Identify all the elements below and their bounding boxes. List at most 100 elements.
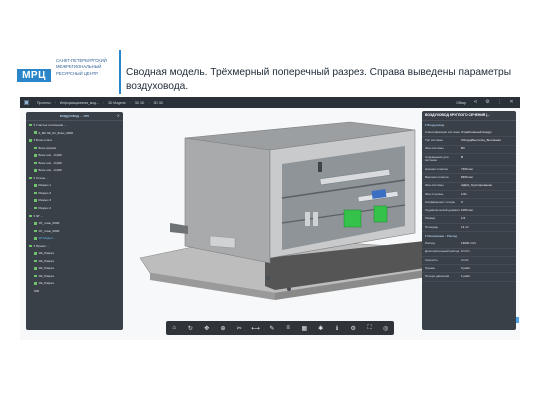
tree-item[interactable]: ЭГ Модел... (26, 235, 123, 243)
visibility-checkbox[interactable] (34, 206, 37, 210)
tree-item[interactable]: 000 (26, 288, 123, 296)
visibility-checkbox[interactable] (34, 259, 37, 263)
home-icon[interactable]: ⌂ (170, 325, 179, 331)
tree-item[interactable]: ЭК_Разрез (26, 258, 123, 266)
visibility-checkbox[interactable] (34, 252, 37, 255)
tree-item[interactable]: Блок осн. -0,000 (26, 160, 123, 168)
tree-item[interactable]: Разрез 2 (26, 190, 123, 198)
breadcrumb-item[interactable]: Проекты (33, 101, 55, 105)
equipment-unit[interactable] (343, 209, 362, 228)
property-key: Имя системы (425, 146, 444, 151)
more-icon[interactable]: ⋮ (497, 100, 502, 105)
visibility-checkbox[interactable] (34, 146, 37, 150)
property-value: 1 ра/m (461, 274, 471, 279)
tree-item[interactable]: ЭК_Разрез (26, 280, 123, 288)
property-row: Площадь 14 m² (422, 224, 516, 233)
tree-item[interactable]: ЭК_Разрез (26, 250, 123, 258)
tree-item[interactable]: ЭК_Разрез (26, 265, 123, 273)
visibility-checkbox[interactable] (29, 214, 32, 217)
tree-item[interactable]: ▾ Стены ... (26, 175, 123, 183)
visibility-checkbox[interactable] (34, 184, 37, 187)
property-row: Имя системы АДНА_Группирование (422, 183, 516, 191)
properties-icon[interactable]: ℹ (332, 325, 341, 332)
tree-item[interactable]: Блок кровли (26, 145, 123, 153)
tree-item[interactable]: Разрез 1 (26, 182, 123, 190)
property-key: Дополнительный расход (425, 249, 460, 254)
breadcrumb-item[interactable]: 3D 3D (149, 101, 167, 105)
orbit-icon[interactable]: ↻ (186, 325, 195, 332)
visibility-checkbox[interactable] (34, 237, 37, 240)
visibility-checkbox[interactable] (34, 267, 37, 270)
scroll-indicator[interactable] (516, 317, 519, 323)
tree-item[interactable]: ▾ ЭГ ... (26, 213, 123, 221)
tree-item[interactable]: Блок осн. -0,000 (26, 167, 123, 175)
tank[interactable] (313, 212, 318, 226)
property-key: Сокращение для системы (425, 154, 449, 163)
overview-button[interactable]: Обзор (456, 101, 466, 105)
explode-icon[interactable]: ✱ (316, 325, 325, 332)
slide-title: Сводная модель. Трёхмерный поперечный ра… (126, 67, 512, 92)
visibility-checkbox[interactable] (34, 199, 37, 202)
tree-item[interactable]: ▾ Блок отопл. (26, 137, 123, 145)
close-icon[interactable]: ✕ (509, 100, 514, 105)
model-tree: ▾ Участок отопления ... 0_ВК ЭК_01_Блок_0… (26, 121, 123, 296)
visibility-checkbox[interactable] (34, 282, 37, 285)
property-row: Верхняя отметка 8300 мм (422, 174, 516, 183)
grid-marker[interactable] (287, 287, 291, 291)
visibility-checkbox[interactable] (29, 176, 32, 180)
model-icon[interactable]: ▦ (300, 325, 309, 332)
breadcrumb-item[interactable]: Информационная_мод... (56, 101, 103, 105)
close-icon[interactable]: ✕ (117, 113, 120, 118)
tree-item[interactable]: ЭК_Разрез (26, 273, 123, 281)
properties-section-header[interactable]: ▾ Воздуховод (422, 121, 516, 129)
property-row: Классификация системы Отработанный воздух (422, 129, 516, 138)
visibility-checkbox[interactable] (34, 229, 37, 233)
tree-item[interactable]: ▾ Проект ... (26, 243, 123, 251)
tree-item[interactable]: Блок осн. -0,000 (26, 152, 123, 160)
visibility-checkbox[interactable] (34, 169, 37, 172)
tree-item[interactable]: ▾ Участок отопления ... (26, 122, 123, 130)
tree-item[interactable]: Разрез 3 (26, 197, 123, 205)
tank[interactable] (305, 212, 310, 226)
settings-icon[interactable]: ⚙ (349, 325, 358, 332)
visibility-checkbox[interactable] (29, 244, 32, 248)
visibility-checkbox[interactable] (29, 123, 32, 127)
property-value: АДНА_Группирование (461, 183, 493, 188)
equipment-unit[interactable] (373, 205, 388, 223)
cut-icon[interactable]: ✂ (235, 325, 244, 332)
visibility-checkbox[interactable] (34, 274, 37, 278)
tree-item[interactable]: ЭГ_этаж_0000 (26, 228, 123, 236)
markup-icon[interactable]: ✎ (267, 325, 276, 332)
property-key: Нижняя отметка (425, 166, 448, 171)
properties-section-header[interactable]: ▾ Механизмы - Расход (422, 232, 516, 240)
breadcrumb-item[interactable]: 3D Модели (104, 101, 130, 105)
fullscreen-icon[interactable]: ⛶ (365, 325, 374, 332)
home-icon[interactable]: ▣ (20, 97, 33, 108)
zoom-icon[interactable]: ⊕ (218, 325, 227, 332)
grid-marker[interactable] (266, 276, 270, 280)
vr-icon[interactable]: ◎ (381, 325, 390, 332)
tree-item-label: Разрез 4 (38, 206, 51, 211)
visibility-checkbox[interactable] (34, 161, 37, 165)
settings-icon[interactable]: ⚙ (485, 100, 490, 105)
layers-icon[interactable]: ≡ (284, 325, 293, 331)
tree-item[interactable]: Разрез 4 (26, 205, 123, 213)
property-value: 0 (461, 199, 463, 204)
measure-icon[interactable]: ⟷ (251, 325, 260, 332)
share-icon[interactable]: ⋖ (473, 100, 478, 105)
visibility-checkbox[interactable] (34, 131, 37, 134)
visibility-checkbox[interactable] (34, 222, 37, 225)
properties-list: Расход 13000 m³/ч Дополнительный расход 0 m… (422, 240, 516, 282)
tree-item[interactable]: ЭГ_этаж_0000 (26, 220, 123, 228)
pan-icon[interactable]: ✥ (202, 325, 211, 332)
tree-item[interactable]: 0_ВК ЭК_01_Блок_0000 (26, 130, 123, 138)
breadcrumb-item[interactable]: 3D 3D (131, 101, 149, 105)
visibility-checkbox[interactable] (34, 154, 37, 157)
property-value: 1000 мм (461, 208, 473, 213)
tree-item-label: Блок осн. -0,000 (38, 153, 62, 158)
visibility-checkbox[interactable] (34, 191, 37, 195)
property-key: Расход (425, 240, 435, 245)
property-row: Имя системы В3 (422, 146, 516, 154)
visibility-checkbox[interactable] (29, 139, 32, 142)
tree-item-label: ▾ Участок отопления ... (33, 123, 67, 127)
